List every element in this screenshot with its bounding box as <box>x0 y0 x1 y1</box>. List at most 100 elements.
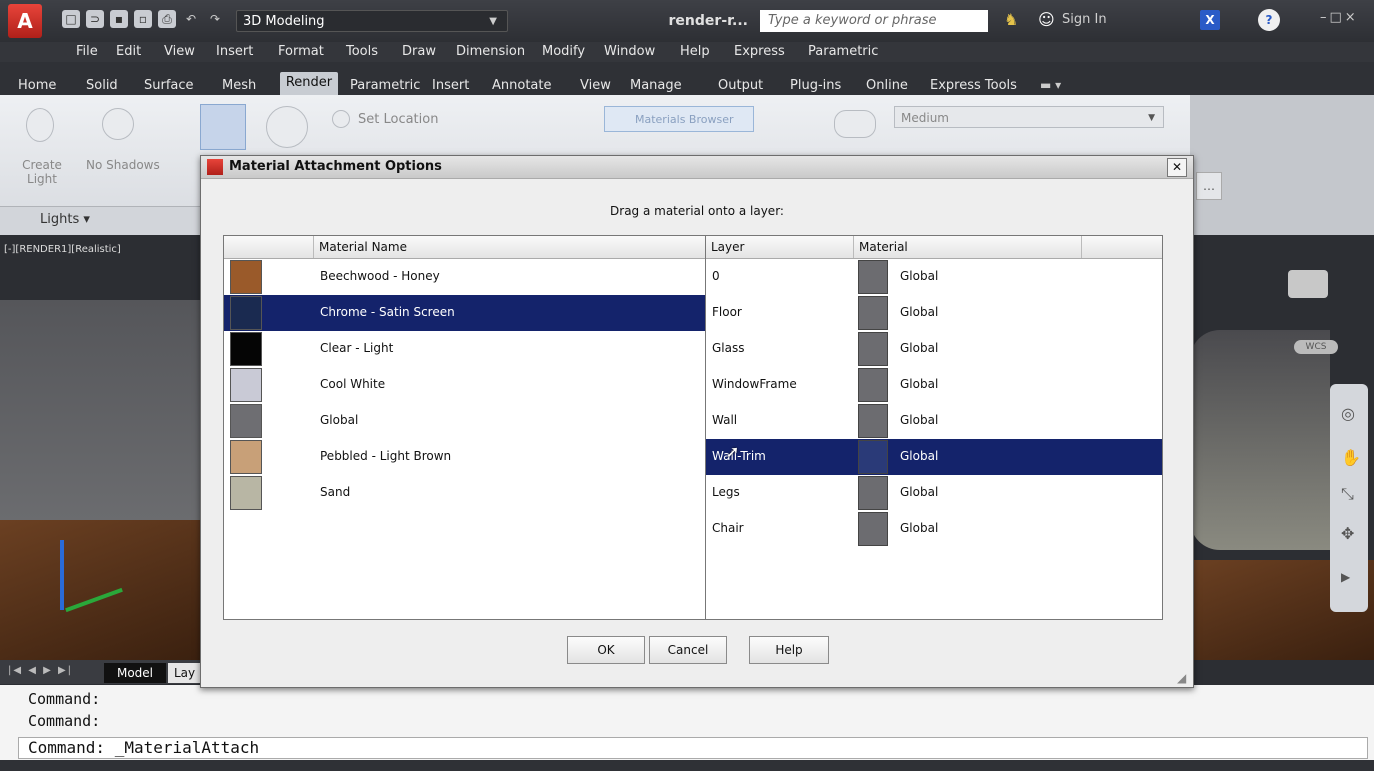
more-options-button[interactable]: … <box>1196 172 1222 200</box>
viewcube[interactable] <box>1288 270 1328 298</box>
layer-material-swatch[interactable] <box>858 476 888 510</box>
layer-material-swatch[interactable] <box>858 260 888 294</box>
application-menu-button[interactable]: A <box>8 4 42 38</box>
showmotion-icon[interactable]: ▶ <box>1341 570 1350 584</box>
menu-modify[interactable]: Modify <box>542 44 585 59</box>
status-bar[interactable] <box>0 760 1374 771</box>
render-teapot-icon[interactable] <box>834 110 876 138</box>
user-icon[interactable]: ☺ <box>1038 10 1055 29</box>
help-icon[interactable]: ? <box>1258 9 1280 31</box>
tab-output[interactable]: Output <box>718 78 763 93</box>
no-shadows-icon[interactable] <box>102 108 134 140</box>
tab-home[interactable]: Home <box>18 78 56 93</box>
menu-parametric[interactable]: Parametric <box>808 44 878 59</box>
layer-row[interactable]: Wall Global <box>706 403 1162 439</box>
create-light-label[interactable]: Create Light <box>18 158 66 186</box>
material-swatch[interactable] <box>230 440 262 474</box>
tab-express-tools[interactable]: Express Tools <box>930 78 1017 93</box>
exchange-icon[interactable]: X <box>1200 10 1220 30</box>
tab-model[interactable]: Model <box>104 663 166 683</box>
undo-icon[interactable]: ↶ <box>182 10 200 28</box>
redo-icon[interactable]: ↷ <box>206 10 224 28</box>
new-icon[interactable]: □ <box>62 10 80 28</box>
material-column-header[interactable]: Material <box>854 236 1082 258</box>
material-row[interactable]: Cool White <box>224 367 710 403</box>
layer-column-header[interactable]: Layer <box>706 236 854 258</box>
open-icon[interactable]: ⊃ <box>86 10 104 28</box>
wcs-menu[interactable]: WCS <box>1294 340 1338 354</box>
tab-plugins[interactable]: Plug-ins <box>790 78 841 93</box>
material-swatch[interactable] <box>230 260 262 294</box>
binoculars-icon[interactable]: ♞ <box>1004 10 1026 30</box>
material-row[interactable]: Sand <box>224 475 710 511</box>
layer-row[interactable]: Legs Global <box>706 475 1162 511</box>
menu-window[interactable]: Window <box>604 44 655 59</box>
layer-material-swatch[interactable] <box>858 296 888 330</box>
sign-in-link[interactable]: Sign In <box>1062 12 1107 27</box>
material-swatch[interactable] <box>230 368 262 402</box>
tab-solid[interactable]: Solid <box>86 78 118 93</box>
material-swatch[interactable] <box>230 404 262 438</box>
tab-online[interactable]: Online <box>866 78 908 93</box>
render-quality-dropdown[interactable]: Medium ▼ <box>894 106 1164 128</box>
layer-row[interactable]: Chair Global <box>706 511 1162 547</box>
extra-column-header[interactable] <box>1082 236 1162 258</box>
tab-insert[interactable]: Insert <box>432 78 469 93</box>
tab-annotate[interactable]: Annotate <box>492 78 551 93</box>
layer-material-swatch[interactable] <box>858 440 888 474</box>
layer-material-swatch[interactable] <box>858 512 888 546</box>
material-swatch[interactable] <box>230 332 262 366</box>
sky-background-icon[interactable] <box>266 106 308 148</box>
resize-grip-icon[interactable]: ◢ <box>1177 671 1186 685</box>
create-light-icon[interactable] <box>26 108 54 142</box>
material-swatch[interactable] <box>230 296 262 330</box>
layer-row[interactable]: Wall-Trim Global <box>706 439 1162 475</box>
swatch-column-header[interactable] <box>224 236 314 258</box>
material-name-header[interactable]: Material Name <box>314 236 710 258</box>
material-swatch[interactable] <box>230 476 262 510</box>
menu-tools[interactable]: Tools <box>346 44 378 59</box>
cancel-button[interactable]: Cancel <box>649 636 727 664</box>
menu-format[interactable]: Format <box>278 44 324 59</box>
window-controls[interactable]: –□× <box>1320 10 1359 25</box>
lights-panel-title[interactable]: Lights ▾ <box>40 212 90 227</box>
save-as-icon[interactable]: ▫ <box>134 10 152 28</box>
close-icon[interactable]: ✕ <box>1167 158 1187 177</box>
set-location-button[interactable]: Set Location <box>358 112 438 127</box>
layer-row[interactable]: 0 Global <box>706 259 1162 295</box>
material-row[interactable]: Global <box>224 403 710 439</box>
layer-row[interactable]: Floor Global <box>706 295 1162 331</box>
menu-edit[interactable]: Edit <box>116 44 141 59</box>
tab-render[interactable]: Render <box>280 72 338 95</box>
material-row[interactable]: Chrome - Satin Screen <box>224 295 710 331</box>
tab-parametric[interactable]: Parametric <box>350 78 420 93</box>
plot-icon[interactable]: ⎙ <box>158 10 176 28</box>
orbit-icon[interactable]: ✥ <box>1341 524 1354 543</box>
steering-wheel-icon[interactable]: ◎ <box>1341 404 1355 423</box>
workspace-dropdown[interactable]: 3D Modeling ▼ <box>236 10 508 32</box>
materials-browser-button[interactable]: Materials Browser <box>604 106 754 132</box>
menu-insert[interactable]: Insert <box>216 44 253 59</box>
layer-material-swatch[interactable] <box>858 368 888 402</box>
viewport-controls-label[interactable]: [-][RENDER1][Realistic] <box>4 244 121 255</box>
ribbon-toggle-icon[interactable]: ▬ ▾ <box>1040 78 1061 92</box>
tab-surface[interactable]: Surface <box>144 78 194 93</box>
layer-row[interactable]: Glass Global <box>706 331 1162 367</box>
menu-help[interactable]: Help <box>680 44 710 59</box>
materials-list[interactable]: Material Name Beechwood - Honey Chrome - … <box>223 235 711 620</box>
sun-status-icon[interactable] <box>200 104 246 150</box>
menu-express[interactable]: Express <box>734 44 785 59</box>
menu-draw[interactable]: Draw <box>402 44 436 59</box>
no-shadows-label[interactable]: No Shadows <box>86 158 160 172</box>
layer-material-swatch[interactable] <box>858 332 888 366</box>
pan-icon[interactable]: ✋ <box>1341 448 1361 467</box>
save-icon[interactable]: ▪ <box>110 10 128 28</box>
tab-manage[interactable]: Manage <box>630 78 682 93</box>
menu-view[interactable]: View <box>164 44 195 59</box>
tab-mesh[interactable]: Mesh <box>222 78 256 93</box>
menu-dimension[interactable]: Dimension <box>456 44 525 59</box>
tab-navigation-arrows[interactable]: |◀ ◀ ▶ ▶| <box>8 665 73 676</box>
material-row[interactable]: Pebbled - Light Brown <box>224 439 710 475</box>
material-row[interactable]: Beechwood - Honey <box>224 259 710 295</box>
tab-view[interactable]: View <box>580 78 611 93</box>
